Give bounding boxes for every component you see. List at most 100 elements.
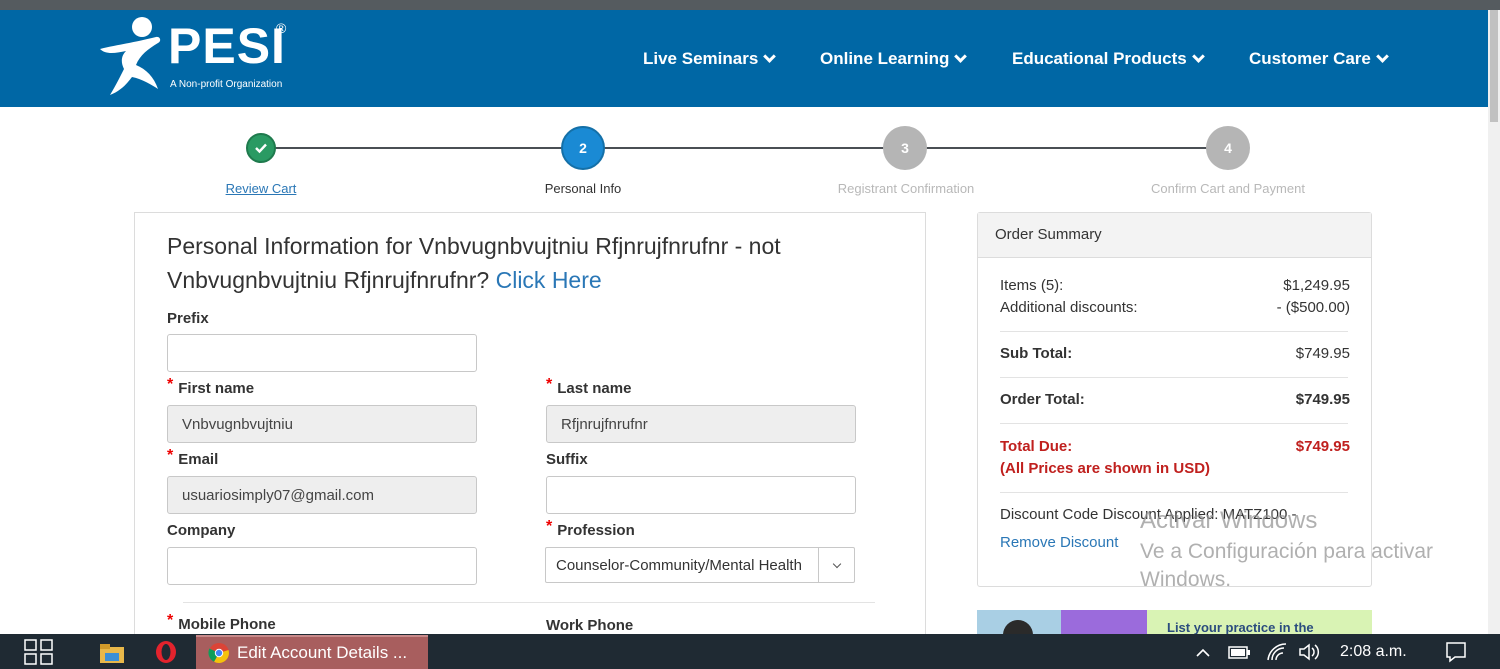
items-row: Items (5): $1,249.95 bbox=[1000, 277, 1350, 294]
company-label: Company bbox=[167, 522, 236, 539]
subtotal-value: $749.95 bbox=[1295, 345, 1350, 362]
order-summary-title: Order Summary bbox=[978, 213, 1371, 258]
suffix-input[interactable] bbox=[546, 476, 856, 514]
browser-top-strip bbox=[0, 0, 1500, 10]
chevron-down-icon bbox=[763, 49, 777, 63]
step-2-active: 2 bbox=[561, 126, 605, 170]
profession-label: * Profession bbox=[546, 518, 635, 540]
nav-label: Customer Care bbox=[1249, 48, 1371, 68]
remove-discount-link[interactable]: Remove Discount bbox=[1000, 534, 1118, 551]
required-mark: * bbox=[167, 612, 174, 629]
summary-divider bbox=[1000, 492, 1348, 493]
order-total-row: Order Total: $749.95 bbox=[1000, 391, 1350, 408]
wifi-icon[interactable] bbox=[1266, 642, 1288, 662]
discounts-value: - ($500.00) bbox=[1276, 299, 1350, 316]
file-explorer-icon[interactable] bbox=[99, 642, 125, 664]
runner-logo-icon bbox=[100, 17, 161, 95]
activation-watermark-title: Activar Windows bbox=[1140, 507, 1318, 534]
progress-track bbox=[261, 147, 1228, 149]
profession-label-text: Profession bbox=[557, 522, 635, 539]
company-input[interactable] bbox=[167, 547, 477, 585]
promo-accent bbox=[1061, 610, 1147, 634]
required-mark: * bbox=[546, 518, 553, 535]
nav-customer-care[interactable]: Customer Care bbox=[1249, 10, 1389, 107]
promo-text: List your practice in the bbox=[1167, 620, 1314, 634]
windows-taskbar: Edit Account Details ... 2:08 a.m. bbox=[0, 634, 1500, 669]
total-due-value: $749.95 bbox=[1295, 438, 1350, 455]
summary-divider bbox=[1000, 377, 1348, 378]
email-input[interactable]: usuariosimply07@gmail.com bbox=[167, 476, 477, 514]
prefix-input[interactable] bbox=[167, 334, 477, 372]
person-icon bbox=[1003, 620, 1033, 634]
brand-tagline: A Non-profit Organization bbox=[170, 79, 283, 90]
personal-info-title: Personal Information for Vnbvugnbvujtniu… bbox=[167, 229, 887, 297]
items-value: $1,249.95 bbox=[1283, 277, 1350, 294]
email-label: * Email bbox=[167, 447, 219, 469]
order-total-value: $749.95 bbox=[1295, 391, 1350, 408]
nav-online-learning[interactable]: Online Learning bbox=[820, 10, 968, 107]
first-name-label-text: First name bbox=[178, 380, 255, 397]
nav-label: Educational Products bbox=[1012, 48, 1187, 68]
required-mark: * bbox=[167, 376, 174, 393]
section-divider bbox=[183, 602, 875, 603]
chrome-icon bbox=[208, 643, 229, 664]
discounts-row: Additional discounts: - ($500.00) bbox=[1000, 299, 1350, 316]
promo-banner[interactable]: List your practice in the bbox=[977, 610, 1372, 634]
step-number: 3 bbox=[901, 140, 909, 156]
opera-icon[interactable] bbox=[154, 640, 178, 664]
mobile-phone-label: * Mobile Phone bbox=[167, 612, 276, 634]
order-total-label: Order Total: bbox=[1000, 391, 1085, 408]
nav-label: Live Seminars bbox=[643, 48, 759, 68]
last-name-label: * Last name bbox=[546, 376, 632, 398]
nav-live-seminars[interactable]: Live Seminars bbox=[643, 10, 777, 107]
required-mark: * bbox=[546, 376, 553, 393]
chevron-down-icon bbox=[1376, 49, 1389, 63]
summary-divider bbox=[1000, 423, 1348, 424]
personal-info-heading: Personal Information for Vnbvugnbvujtniu… bbox=[167, 233, 781, 293]
subtotal-label: Sub Total: bbox=[1000, 345, 1073, 362]
usd-note: (All Prices are shown in USD) bbox=[1000, 460, 1211, 477]
required-mark: * bbox=[167, 447, 174, 464]
subtotal-row: Sub Total: $749.95 bbox=[1000, 345, 1350, 362]
page-scrollbar[interactable] bbox=[1488, 10, 1500, 634]
summary-divider bbox=[1000, 331, 1348, 332]
battery-icon[interactable] bbox=[1227, 643, 1251, 661]
taskbar-chrome-window[interactable]: Edit Account Details ... bbox=[196, 635, 428, 669]
click-here-link[interactable]: Click Here bbox=[496, 267, 602, 293]
nav-educational-products[interactable]: Educational Products bbox=[1012, 10, 1205, 107]
nav-label: Online Learning bbox=[820, 48, 950, 68]
first-name-input[interactable]: Vnbvugnbvujtniu bbox=[167, 405, 477, 443]
chevron-down-icon bbox=[954, 49, 968, 63]
taskbar-app-label: Edit Account Details ... bbox=[237, 643, 408, 662]
step-1-done bbox=[246, 133, 276, 163]
activation-watermark-line: Windows. bbox=[1140, 568, 1232, 591]
mobile-phone-label-text: Mobile Phone bbox=[178, 616, 276, 633]
last-name-label-text: Last name bbox=[557, 380, 632, 397]
items-label: Items (5): bbox=[1000, 277, 1064, 294]
volume-icon[interactable] bbox=[1298, 642, 1322, 662]
email-label-text: Email bbox=[178, 451, 219, 468]
profession-selected-value: Counselor-Community/Mental Health bbox=[556, 556, 802, 574]
last-name-input[interactable]: Rfjnrujfnrufnr bbox=[546, 405, 856, 443]
pesi-logo[interactable]: PESI ® A Non-profit Organization bbox=[96, 15, 296, 100]
total-due-row: Total Due: $749.95 bbox=[1000, 438, 1350, 455]
brand-name: PESI bbox=[168, 18, 286, 74]
activation-watermark-line: Ve a Configuración para activar bbox=[1140, 540, 1434, 563]
task-view-icon[interactable] bbox=[24, 639, 54, 665]
step-review-cart-link[interactable]: Review Cart bbox=[151, 181, 371, 196]
prefix-label: Prefix bbox=[167, 310, 209, 327]
chevron-down-icon bbox=[1191, 49, 1205, 63]
total-due-label: Total Due: bbox=[1000, 438, 1073, 455]
first-name-label: * First name bbox=[167, 376, 255, 398]
step-registrant-confirmation-label: Registrant Confirmation bbox=[837, 181, 975, 196]
work-phone-label: Work Phone bbox=[546, 617, 634, 634]
profession-select[interactable]: Counselor-Community/Mental Health bbox=[545, 547, 855, 583]
scrollbar-thumb[interactable] bbox=[1490, 10, 1498, 122]
step-number: 4 bbox=[1224, 140, 1232, 156]
taskbar-clock[interactable]: 2:08 a.m. bbox=[1340, 634, 1407, 669]
chevron-up-icon[interactable] bbox=[1196, 648, 1210, 658]
chevron-down-icon[interactable] bbox=[818, 548, 854, 582]
step-confirm-cart-label: Confirm Cart and Payment bbox=[1151, 181, 1305, 196]
notification-center-icon[interactable] bbox=[1445, 641, 1467, 663]
promo-photo bbox=[977, 610, 1061, 634]
